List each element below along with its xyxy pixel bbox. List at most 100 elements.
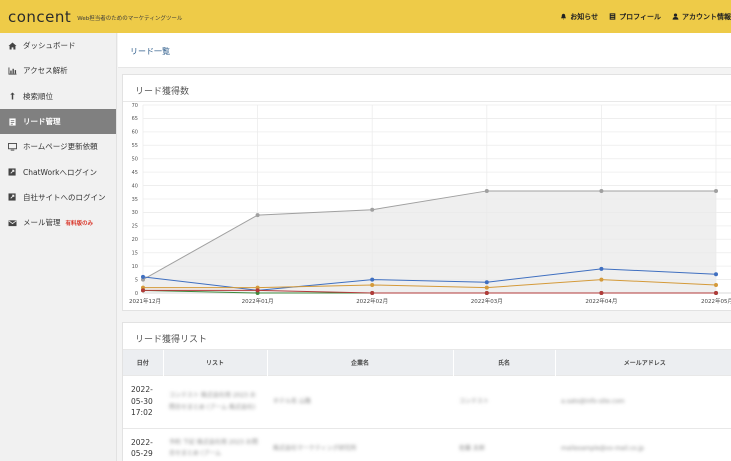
data-point — [141, 288, 145, 293]
column-header-date[interactable]: 日付 — [123, 350, 164, 375]
email-cell: a.sato@info-site.com — [555, 374, 731, 428]
y-tick-label: 20 — [132, 237, 138, 243]
data-point — [714, 282, 718, 287]
sidebar-item-leads[interactable]: リード管理 — [0, 108, 116, 135]
sidebar-item-site-login[interactable]: 自社サイトへのログイン — [0, 185, 116, 210]
data-point — [599, 277, 604, 282]
lead-count-chart: 0 5 10 15 20 25 30 35 40 45 50 55 60 65 70 2021年12月 2022… — [129, 103, 731, 305]
y-tick-label: 45 — [132, 170, 138, 176]
y-tick-label: 25 — [132, 224, 138, 230]
sidebar-item-label: リード管理 — [23, 117, 61, 127]
external-link-icon — [8, 193, 16, 201]
y-tick-label: 30 — [132, 210, 138, 216]
bar-chart-icon — [8, 67, 17, 75]
data-point — [599, 188, 604, 193]
account-label: アカウント情報 — [682, 12, 731, 21]
data-point — [714, 188, 718, 193]
app-header: concent Web担当者のためのマーケティングツール お知らせ プロフィール… — [0, 0, 731, 33]
data-point — [370, 277, 375, 282]
name-cell: 佐藤 太郎 — [453, 427, 555, 461]
data-point — [370, 282, 375, 287]
name-cell: コンテスト — [453, 374, 555, 428]
arrow-up-icon — [10, 92, 15, 100]
sidebar-item-ranking[interactable]: 検索順位 — [0, 84, 116, 109]
y-tick-label: 10 — [132, 264, 138, 270]
account-link[interactable]: アカウント情報 — [672, 12, 731, 22]
data-point — [599, 291, 604, 295]
profile-label: プロフィール — [619, 12, 661, 21]
sidebar: ダッシュボード アクセス解析 検索順位 リード管理 ホームページ更新依頼 Cha… — [0, 33, 117, 461]
sidebar-item-label: ChatWorkへログイン — [23, 167, 98, 177]
page-title-bar: リード一覧 — [118, 33, 731, 68]
list-cell: 予約 下記 株式会社用 2023 お問合せまとめ (ブーム — [163, 427, 267, 461]
table-row[interactable]: 2022- 05-30 17:02 コンテスト 株式会社用 2023 お問合せま… — [123, 374, 731, 428]
logo[interactable]: concent — [8, 8, 71, 26]
date-line: 2022- — [131, 385, 153, 395]
redacted-text: コンテスト 株式会社用 2023 お問合せまとめ (ブーム 株式会社) — [169, 392, 256, 411]
redacted-text: 佐藤 太郎 — [459, 444, 485, 452]
bell-icon — [561, 13, 567, 20]
lead-list-panel: リード獲得リスト 日付 リスト 企業名 氏名 メールアドレス 2022- 05-… — [122, 322, 731, 461]
sidebar-item-dashboard[interactable]: ダッシュボード — [0, 33, 116, 58]
x-tick-label: 2022年05月 — [701, 297, 731, 305]
data-point — [714, 272, 718, 277]
data-point — [370, 291, 375, 295]
table-row[interactable]: 2022- 05-29 予約 下記 株式会社用 2023 お問合せまとめ (ブー… — [123, 427, 731, 461]
x-tick-label: 2022年01月 — [242, 297, 274, 305]
column-header-company[interactable]: 企業名 — [267, 350, 454, 375]
data-point — [484, 188, 489, 193]
series-area — [143, 190, 716, 293]
redacted-text: 予約 下記 株式会社用 2023 お問合せまとめ (ブーム — [169, 438, 258, 458]
sidebar-item-label: 検索順位 — [23, 91, 53, 101]
column-header-email[interactable]: メールアドレス — [555, 350, 731, 375]
sidebar-item-mail[interactable]: メール管理 有料版のみ — [0, 210, 116, 235]
y-tick-label: 70 — [132, 103, 138, 109]
y-tick-label: 60 — [132, 130, 138, 136]
sidebar-item-label: アクセス解析 — [23, 66, 68, 76]
y-tick-label: 0 — [135, 291, 138, 297]
x-tick-label: 2022年04月 — [585, 297, 617, 305]
notifications-link[interactable]: お知らせ — [560, 12, 598, 22]
envelope-icon — [8, 220, 17, 226]
notifications-label: お知らせ — [570, 12, 599, 21]
lead-table: 日付 リスト 企業名 氏名 メールアドレス 2022- 05-30 17:02 … — [123, 350, 731, 461]
profile-link[interactable]: プロフィール — [609, 12, 661, 22]
sidebar-item-label: ダッシュボード — [23, 41, 76, 51]
data-point — [484, 280, 489, 285]
profile-card-icon — [609, 13, 616, 20]
data-point — [484, 291, 489, 295]
sidebar-item-update-request[interactable]: ホームページ更新依頼 — [0, 134, 116, 159]
sidebar-item-chatwork-login[interactable]: ChatWorkへログイン — [0, 159, 116, 184]
y-tick-label: 5 — [135, 277, 138, 283]
date-line: 17:02 — [131, 408, 153, 418]
y-tick-label: 50 — [132, 157, 138, 163]
redacted-text: ホテル名 山路 — [273, 397, 311, 405]
date-line: 2022- — [131, 437, 153, 447]
home-icon — [8, 42, 17, 50]
data-point — [255, 288, 260, 293]
company-cell: 株式会社マーケティング研究所 — [267, 427, 453, 461]
date-line: 05-29 — [131, 449, 153, 459]
y-tick-label: 35 — [132, 197, 138, 203]
external-link-icon — [8, 168, 16, 176]
user-icon — [672, 13, 679, 20]
clipboard-icon — [9, 117, 16, 126]
monitor-icon — [8, 142, 17, 151]
column-header-name[interactable]: 氏名 — [453, 350, 556, 375]
column-header-list[interactable]: リスト — [163, 350, 268, 375]
company-cell: ホテル名 山路 — [267, 374, 453, 428]
page-title: リード一覧 — [130, 47, 170, 56]
y-tick-label: 55 — [132, 143, 138, 149]
email-cell: mailexample@xx-mail.co.jp — [555, 427, 731, 461]
tagline: Web担当者のためのマーケティングツール — [77, 16, 183, 22]
header-nav: お知らせ プロフィール アカウント情報 — [549, 0, 731, 33]
y-tick-label: 15 — [132, 251, 138, 257]
redacted-text: a.sato@info-site.com — [561, 397, 625, 405]
list-cell: コンテスト 株式会社用 2023 お問合せまとめ (ブーム 株式会社) — [163, 374, 267, 428]
data-point — [255, 213, 260, 218]
sidebar-item-label: ホームページ更新依頼 — [23, 142, 98, 152]
date-cell: 2022- 05-29 — [123, 427, 163, 461]
sidebar-item-analytics[interactable]: アクセス解析 — [0, 58, 116, 83]
x-tick-label: 2021年12月 — [129, 297, 161, 305]
table-header-row: 日付 リスト 企業名 氏名 メールアドレス — [123, 350, 731, 375]
